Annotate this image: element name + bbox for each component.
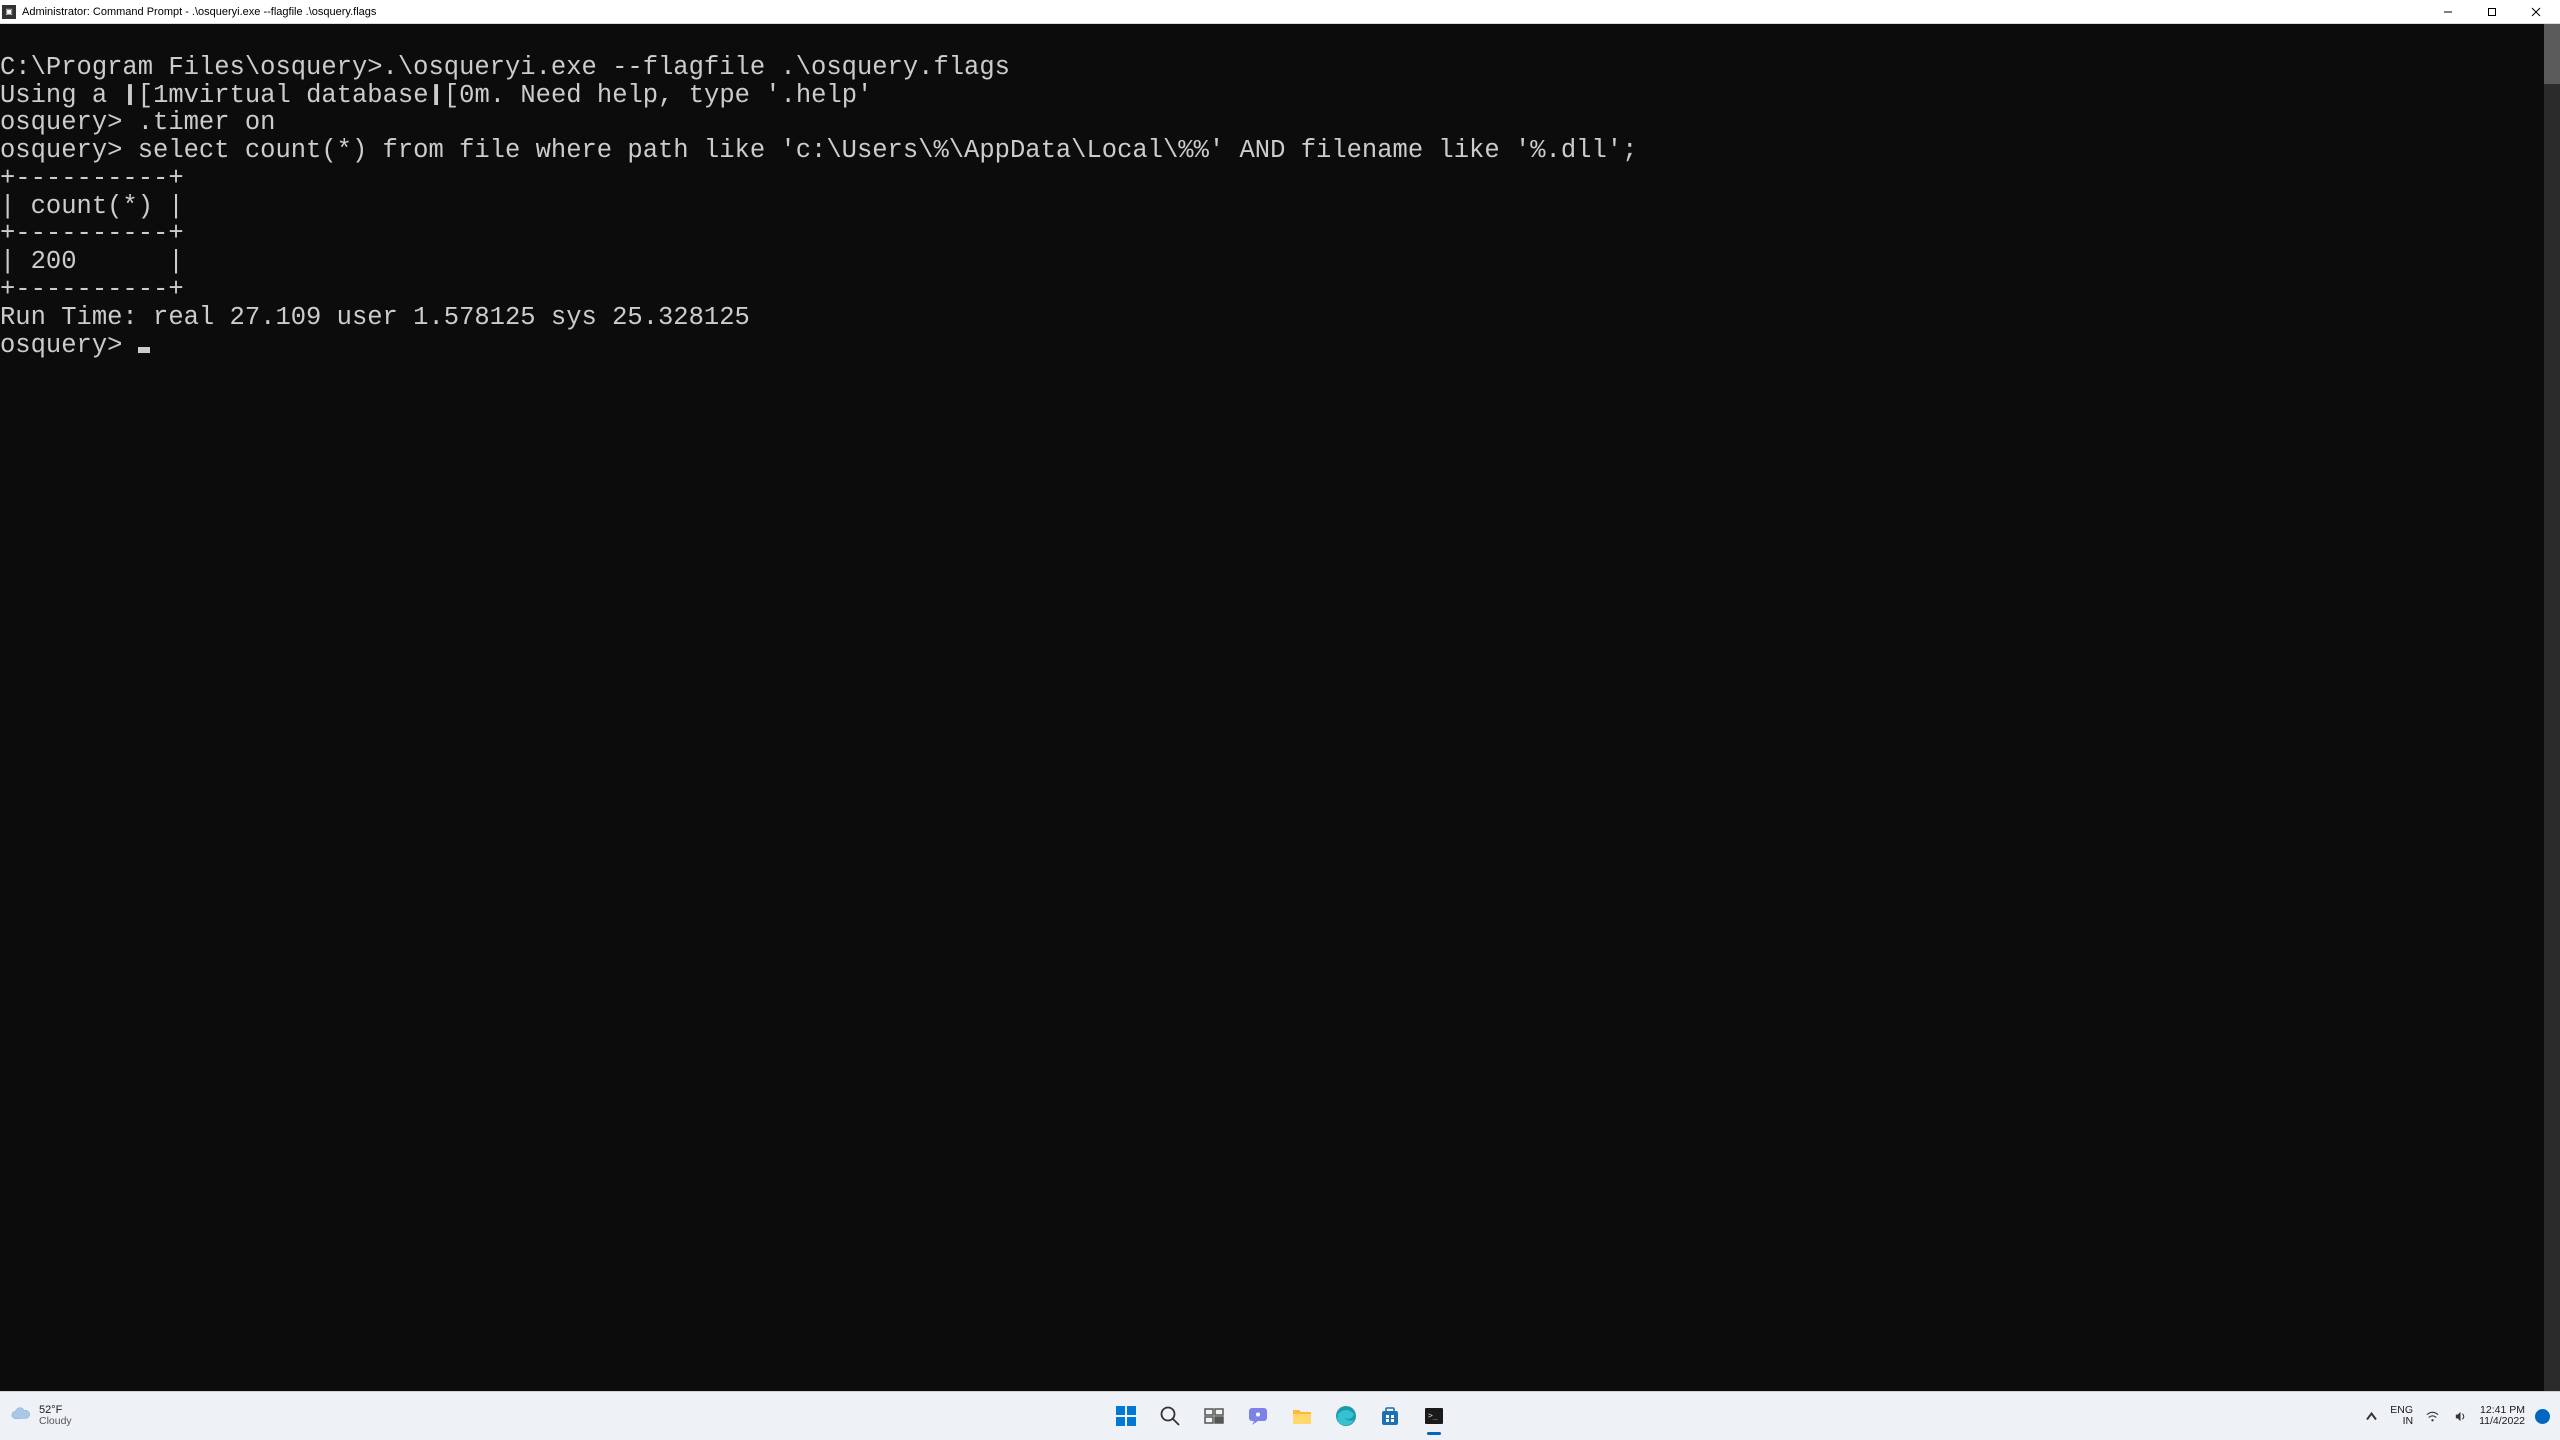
terminal-line: Run Time: real 27.109 user 1.578125 sys …	[0, 303, 750, 332]
terminal-output[interactable]: C:\Program Files\osquery>.\osqueryi.exe …	[0, 24, 2560, 1391]
terminal-line: Using a ❙[1mvirtual database❙[0m. Need h…	[0, 81, 872, 110]
lang-region: IN	[2390, 1416, 2413, 1427]
task-view-button[interactable]	[1194, 1396, 1234, 1436]
clock-date: 11/4/2022	[2479, 1416, 2525, 1427]
terminal-line: osquery> .timer on	[0, 108, 275, 137]
cmd-icon: ▣	[2, 5, 16, 19]
window-title-bar: ▣ Administrator: Command Prompt - .\osqu…	[0, 0, 2560, 24]
cmd-taskbar-button[interactable]: >_	[1414, 1396, 1454, 1436]
terminal-icon: >_	[1422, 1404, 1446, 1428]
terminal-line: | count(*) |	[0, 192, 184, 221]
taskbar: 52°F Cloudy >_	[0, 1391, 2560, 1440]
notifications-button[interactable]	[2535, 1409, 2550, 1424]
task-view-icon	[1202, 1404, 1226, 1428]
terminal-line: +----------+	[0, 219, 184, 248]
terminal-prompt: osquery>	[0, 331, 138, 360]
wifi-icon	[2425, 1409, 2440, 1424]
terminal-line: +----------+	[0, 275, 184, 304]
folder-icon	[1290, 1404, 1314, 1428]
maximize-button[interactable]	[2470, 0, 2514, 24]
scrollbar-thumb[interactable]	[2544, 24, 2560, 84]
weather-cloud-icon	[10, 1405, 32, 1427]
search-button[interactable]	[1150, 1396, 1190, 1436]
windows-logo-icon	[1114, 1404, 1138, 1428]
search-icon	[1158, 1404, 1182, 1428]
network-button[interactable]	[2423, 1407, 2441, 1425]
terminal-prompt-line: osquery>	[0, 331, 150, 360]
close-icon	[2531, 7, 2541, 17]
chat-icon	[1246, 1404, 1270, 1428]
terminal-line: +----------+	[0, 164, 184, 193]
minimize-icon	[2443, 7, 2453, 17]
start-button[interactable]	[1106, 1396, 1146, 1436]
weather-condition: Cloudy	[39, 1416, 72, 1427]
minimize-button[interactable]	[2426, 0, 2470, 24]
terminal-line: osquery> select count(*) from file where…	[0, 136, 1637, 165]
terminal-line: C:\Program Files\osquery>.\osqueryi.exe …	[0, 53, 1010, 82]
tray-overflow-button[interactable]	[2362, 1407, 2380, 1425]
taskbar-weather-widget[interactable]: 52°F Cloudy	[10, 1405, 72, 1428]
edge-button[interactable]	[1326, 1396, 1366, 1436]
volume-button[interactable]	[2451, 1407, 2469, 1425]
file-explorer-button[interactable]	[1282, 1396, 1322, 1436]
language-indicator[interactable]: ENG IN	[2390, 1405, 2413, 1427]
chevron-up-icon	[2364, 1409, 2379, 1424]
close-button[interactable]	[2514, 0, 2558, 24]
svg-text:>_: >_	[1428, 1411, 1438, 1420]
terminal-cursor	[138, 347, 150, 353]
terminal-line: | 200 |	[0, 247, 184, 276]
speaker-icon	[2453, 1409, 2468, 1424]
chat-button[interactable]	[1238, 1396, 1278, 1436]
maximize-icon	[2487, 7, 2497, 17]
scrollbar[interactable]	[2544, 24, 2560, 1392]
window-title: Administrator: Command Prompt - .\osquer…	[22, 6, 376, 18]
edge-icon	[1334, 1404, 1358, 1428]
clock[interactable]: 12:41 PM 11/4/2022	[2479, 1405, 2525, 1427]
store-icon	[1378, 1404, 1402, 1428]
system-tray: ENG IN 12:41 PM 11/4/2022	[2362, 1405, 2550, 1427]
microsoft-store-button[interactable]	[1370, 1396, 1410, 1436]
taskbar-center: >_	[1106, 1396, 1454, 1436]
